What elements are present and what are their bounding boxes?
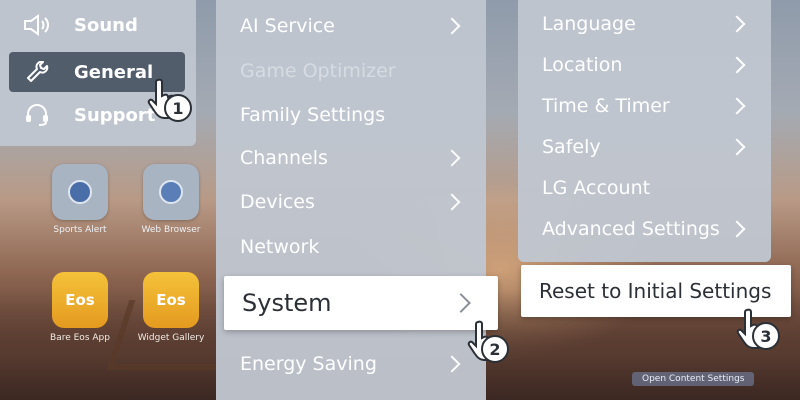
- menu-item-label: Language: [542, 13, 636, 35]
- menu-item-support[interactable]: Support: [22, 98, 155, 132]
- menu-item-label: Sound: [74, 14, 138, 36]
- general-submenu: AI Service Game Optimizer Family Setting…: [216, 0, 486, 400]
- widget-gallery-caption: Widget Gallery: [137, 333, 205, 343]
- menu-item-language[interactable]: Language: [542, 4, 751, 44]
- soccer-ball-icon: [68, 180, 92, 204]
- step-badge-3: 3: [752, 322, 780, 350]
- step-badge-2: 2: [481, 335, 509, 363]
- settings-main-menu: Sound General Support: [0, 0, 196, 146]
- menu-item-energy-saving[interactable]: Energy Saving: [240, 344, 466, 384]
- sports-alert-caption: Sports Alert: [53, 225, 107, 235]
- menu-item-label: Channels: [240, 147, 328, 169]
- wrench-icon: [22, 61, 52, 83]
- chevron-right-icon: [443, 17, 461, 35]
- menu-item-location[interactable]: Location: [542, 45, 751, 85]
- chevron-right-icon: [443, 355, 461, 373]
- chevron-right-icon: [728, 220, 746, 238]
- menu-item-label: Support: [74, 104, 156, 126]
- menu-item-label: Game Optimizer: [240, 60, 396, 82]
- open-content-settings-button[interactable]: Open Content Settings: [632, 372, 755, 386]
- menu-item-label: System: [242, 289, 332, 317]
- chevron-right-icon: [728, 97, 746, 115]
- menu-item-channels[interactable]: Channels: [240, 138, 466, 178]
- menu-item-label: Safely: [542, 136, 601, 158]
- chevron-right-icon: [443, 193, 461, 211]
- menu-item-lg-account[interactable]: LG Account: [542, 168, 751, 208]
- web-browser-app-tile[interactable]: [143, 164, 199, 220]
- chevron-right-icon: [728, 15, 746, 33]
- menu-item-label: Advanced Settings: [542, 218, 720, 240]
- menu-item-label: LG Account: [542, 177, 651, 199]
- menu-item-label: Time & Timer: [542, 95, 670, 117]
- menu-item-family-settings[interactable]: Family Settings: [240, 95, 466, 135]
- menu-item-label: Family Settings: [240, 104, 386, 126]
- menu-item-label: AI Service: [240, 15, 335, 37]
- sports-alert-app-tile[interactable]: [52, 164, 108, 220]
- chevron-right-icon: [443, 149, 461, 167]
- menu-item-label: General: [74, 61, 154, 83]
- speaker-icon: [22, 14, 52, 36]
- menu-item-ai-service[interactable]: AI Service: [240, 6, 466, 46]
- eos-app-caption: Bare Eos App: [50, 333, 110, 343]
- headset-icon: [22, 104, 52, 126]
- web-browser-caption: Web Browser: [141, 225, 201, 235]
- menu-item-label: Energy Saving: [240, 353, 377, 375]
- menu-item-system[interactable]: System: [224, 276, 498, 330]
- menu-item-sound[interactable]: Sound: [22, 8, 138, 42]
- menu-item-label: Devices: [240, 191, 315, 213]
- menu-item-label: Network: [240, 236, 320, 258]
- chevron-right-icon: [451, 293, 471, 313]
- menu-item-safely[interactable]: Safely: [542, 127, 751, 167]
- chevron-right-icon: [728, 138, 746, 156]
- globe-icon: [159, 180, 183, 204]
- widget-gallery-tile[interactable]: Eos: [143, 272, 199, 328]
- step-badge-1: 1: [164, 94, 192, 122]
- menu-item-time-timer[interactable]: Time & Timer: [542, 86, 751, 126]
- menu-item-advanced-settings[interactable]: Advanced Settings: [542, 209, 751, 249]
- eos-app-tile[interactable]: Eos: [52, 272, 108, 328]
- menu-item-general[interactable]: General: [22, 55, 153, 89]
- menu-item-label: Reset to Initial Settings: [539, 279, 772, 303]
- menu-item-label: Location: [542, 54, 623, 76]
- menu-item-network[interactable]: Network: [240, 227, 466, 267]
- system-submenu: Language Location Time & Timer Safely LG…: [518, 0, 771, 262]
- menu-item-devices[interactable]: Devices: [240, 182, 466, 222]
- menu-item-game-optimizer: Game Optimizer: [240, 51, 466, 91]
- chevron-right-icon: [728, 56, 746, 74]
